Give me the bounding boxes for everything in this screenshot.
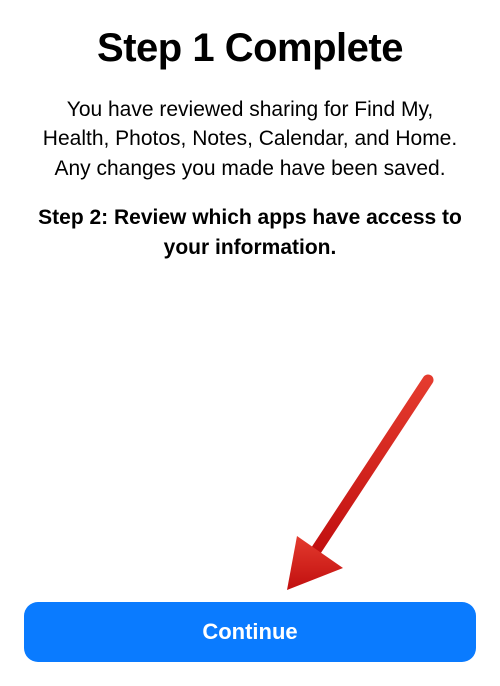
page-title: Step 1 Complete bbox=[24, 26, 476, 71]
continue-button[interactable]: Continue bbox=[24, 602, 476, 662]
body-paragraph: You have reviewed sharing for Find My, H… bbox=[24, 95, 476, 183]
spacer bbox=[24, 262, 476, 602]
step2-paragraph: Step 2: Review which apps have access to… bbox=[24, 203, 476, 262]
